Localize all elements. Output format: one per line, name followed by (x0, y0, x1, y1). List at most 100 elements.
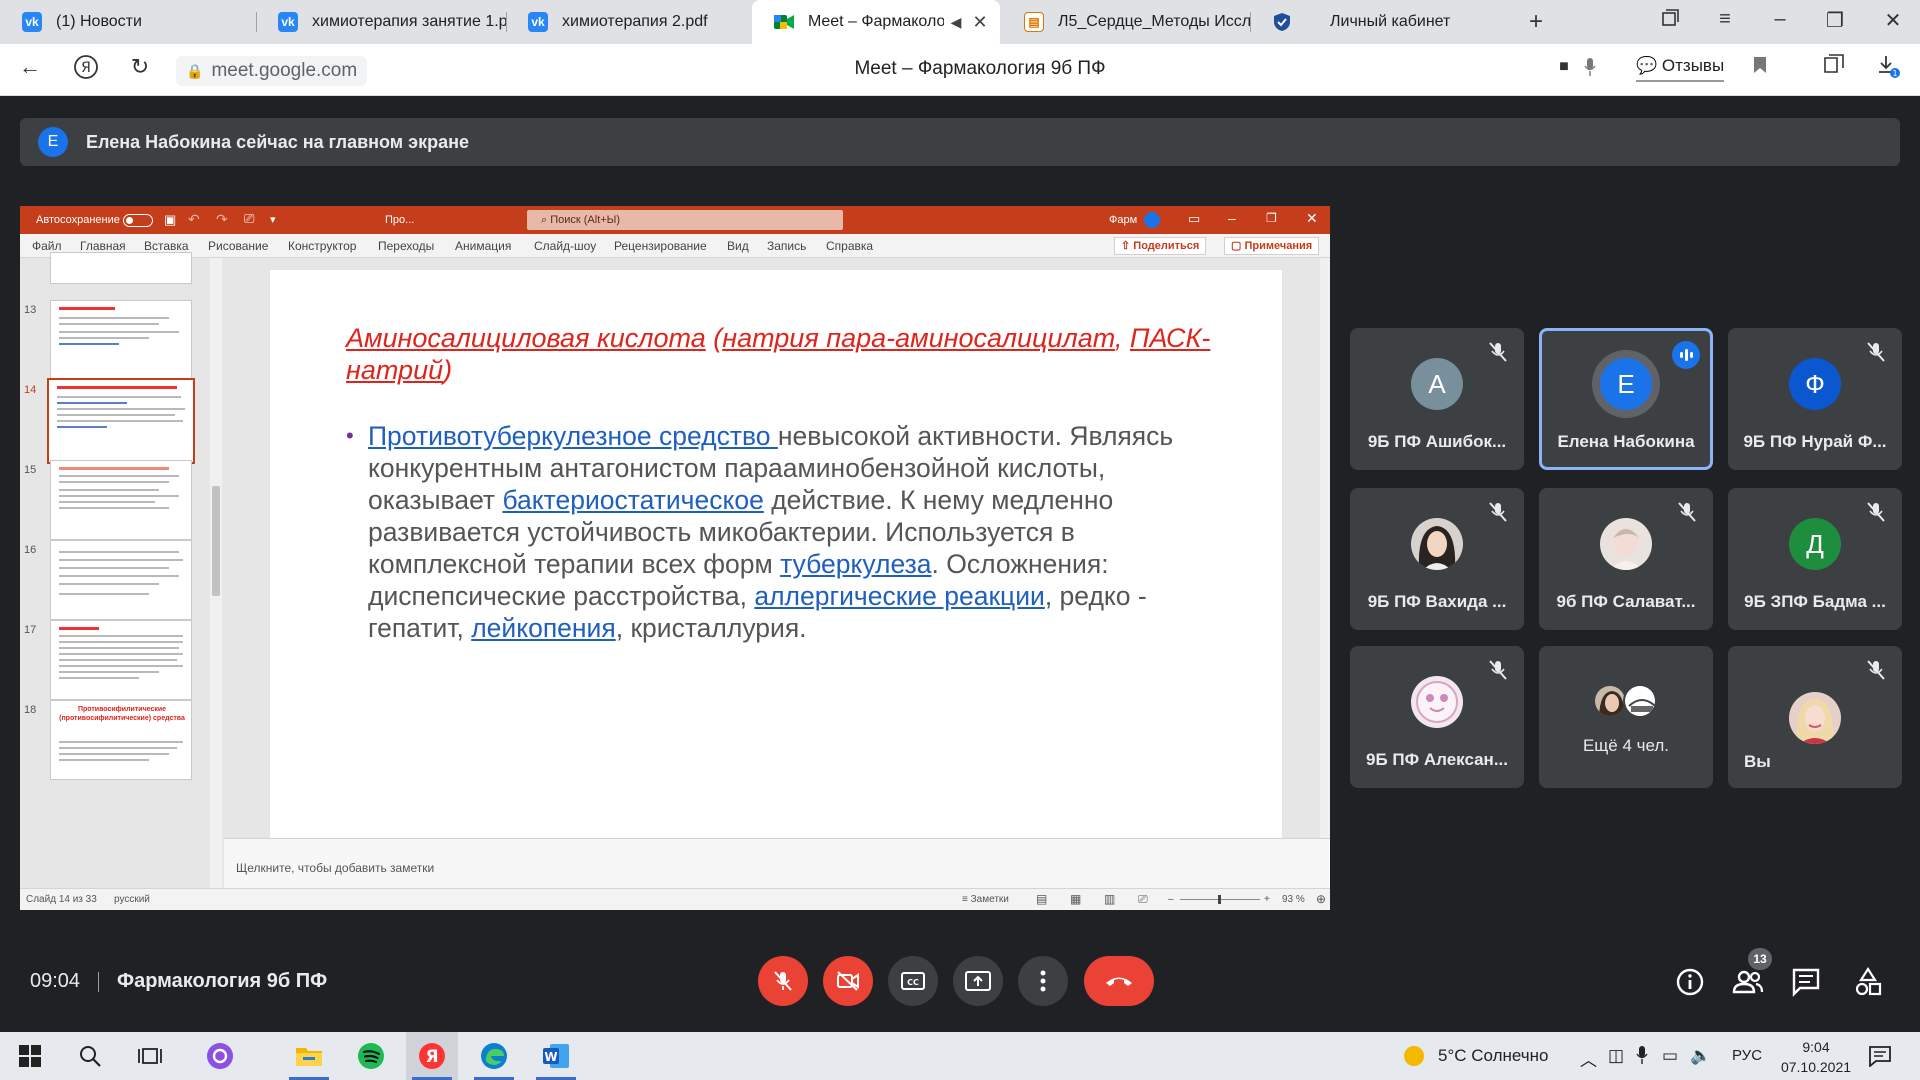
yandex-browser-icon[interactable]: Я (416, 1040, 448, 1072)
notes-pane[interactable]: Щелкните, чтобы добавить заметки (224, 838, 1330, 888)
minimize-icon[interactable]: – (1765, 8, 1795, 31)
zoom-out-icon[interactable]: – (1168, 894, 1174, 905)
search-icon[interactable] (74, 1040, 106, 1072)
zoom-level[interactable]: 93 % (1282, 894, 1305, 905)
new-tab-icon[interactable]: + (1521, 8, 1551, 36)
share-button[interactable]: ⇧ Поделиться (1114, 237, 1207, 255)
participant-tile[interactable]: 9Б ПФ Алексан... (1350, 646, 1524, 788)
tab-home[interactable]: Главная (80, 239, 126, 253)
restore-icon[interactable]: ❐ (1820, 8, 1850, 33)
slide-link[interactable]: бактериостатическое (502, 485, 763, 515)
zoom-slider[interactable] (1180, 895, 1260, 904)
chevron-down-icon[interactable]: ▾ (270, 213, 276, 226)
tab-design[interactable]: Конструктор (288, 239, 356, 253)
comments-button[interactable]: ▢ Примечания (1224, 237, 1320, 255)
slide-thumbnail-12[interactable] (50, 252, 192, 284)
close-tab-icon[interactable]: ✕ (968, 12, 992, 33)
ribbon-display-icon[interactable]: ▭ (1188, 211, 1200, 227)
activities-icon[interactable] (1852, 966, 1884, 998)
microphone-icon[interactable] (1574, 58, 1606, 81)
tab-review[interactable]: Рецензирование (614, 239, 707, 253)
participant-tile[interactable]: 9Б ПФ Вахида ... (1350, 488, 1524, 630)
current-slide[interactable]: Аминосалициловая кислота (натрия пара-ам… (270, 270, 1282, 838)
participant-tile-speaking[interactable]: Е Елена Набокина (1539, 328, 1713, 470)
save-icon[interactable]: ▣ (164, 212, 176, 228)
participant-tile[interactable]: Д 9Б ЗПФ Бадма ... (1728, 488, 1902, 630)
ppt-search-box[interactable]: ⌕ Поиск (Alt+Ы) (527, 210, 843, 230)
more-options-button[interactable] (1018, 956, 1068, 1006)
normal-view-icon[interactable]: ▤ (1036, 892, 1047, 906)
notifications-icon[interactable] (1864, 1040, 1896, 1072)
participant-tile[interactable]: Ф 9Б ПФ Нурай Ф... (1728, 328, 1902, 470)
browser-tab-2[interactable]: vk химиотерапия занятие 1.p (256, 0, 506, 44)
tabs-list-icon[interactable] (1655, 8, 1685, 34)
downloads-icon[interactable]: 1 (1872, 54, 1904, 84)
menu-icon[interactable]: ≡ (1710, 8, 1740, 31)
slide-thumbnail-18[interactable]: Противосифилитические (противосифилитиче… (50, 700, 192, 780)
feedback-button[interactable]: 💬 Отзывы (1636, 56, 1725, 82)
sorter-view-icon[interactable]: ▦ (1070, 892, 1081, 906)
slide-link[interactable]: Противотуберкулезное средство (368, 421, 778, 451)
mic-toggle-button[interactable] (758, 956, 808, 1006)
document-name[interactable]: Про... (385, 214, 414, 226)
slide-link[interactable]: лейкопения (471, 613, 616, 643)
weather-sun-icon[interactable] (1398, 1040, 1430, 1072)
microphone-icon[interactable] (1636, 1046, 1648, 1069)
tab-transitions[interactable]: Переходы (378, 239, 434, 253)
user-avatar[interactable] (1144, 212, 1160, 228)
browser-tab-1[interactable]: vk (1) Новости (0, 0, 256, 44)
bookmark-icon[interactable] (1744, 54, 1776, 80)
system-clock[interactable]: 9:04 07.10.2021 (1776, 1037, 1856, 1077)
collections-icon[interactable] (1818, 54, 1850, 80)
tab-animation[interactable]: Анимация (455, 239, 511, 253)
slide-link[interactable]: аллергические реакции (754, 581, 1045, 611)
close-window-icon[interactable]: ✕ (1878, 8, 1908, 33)
word-icon[interactable]: W (540, 1040, 572, 1072)
browser-tab-6[interactable]: Личный кабинет (1250, 0, 1498, 44)
file-explorer-icon[interactable] (293, 1040, 325, 1072)
slide-link[interactable]: туберкулеза (780, 549, 931, 579)
spotify-icon[interactable] (355, 1040, 387, 1072)
language-label[interactable]: русский (114, 894, 150, 905)
yandex-icon[interactable]: Я (70, 54, 102, 86)
browser-tab-meet[interactable]: Meet – Фармакологи ◀ ✕ (752, 0, 1000, 44)
minimize-icon[interactable]: – (1228, 210, 1236, 226)
undo-icon[interactable]: ↶ (188, 211, 200, 228)
slide-thumbnail-13[interactable] (50, 300, 192, 380)
slide-thumbnail-17[interactable] (50, 620, 192, 700)
present-icon[interactable]: ⎚ (244, 211, 254, 227)
zoom-in-icon[interactable]: + (1264, 894, 1270, 905)
captions-button[interactable]: CC (888, 956, 938, 1006)
network-icon[interactable]: ▭ (1662, 1046, 1678, 1066)
autosave-toggle[interactable] (123, 214, 153, 227)
slide-thumbnail-16[interactable] (50, 540, 192, 620)
edge-icon[interactable] (478, 1040, 510, 1072)
slideshow-icon[interactable]: ⎚ (1138, 892, 1148, 907)
tab-insert[interactable]: Вставка (144, 239, 189, 253)
redo-icon[interactable]: ↷ (216, 211, 228, 228)
input-language[interactable]: РУС (1732, 1047, 1762, 1064)
reading-view-icon[interactable]: ▥ (1104, 892, 1115, 906)
tab-help[interactable]: Справка (826, 239, 873, 253)
notes-toggle[interactable]: ≡ Заметки (962, 894, 1009, 905)
volume-icon[interactable]: 🔈 (1690, 1046, 1711, 1066)
slide-thumbnail-15[interactable] (50, 460, 192, 540)
browser-tab-5[interactable]: ▤ Л5_Сердце_Методы Иссле (1002, 0, 1250, 44)
slide-scrollbar[interactable] (1320, 258, 1330, 838)
participant-tile-more[interactable]: Ещё 4 чел. (1539, 646, 1713, 788)
tab-file[interactable]: Файл (32, 239, 62, 253)
slide-thumbnail-14[interactable] (47, 378, 195, 464)
restore-icon[interactable]: ❐ (1266, 211, 1277, 225)
tab-draw[interactable]: Рисование (208, 239, 268, 253)
webcam-icon[interactable]: ◫ (1608, 1046, 1624, 1066)
alice-icon[interactable] (204, 1040, 236, 1072)
participant-tile-self[interactable]: Вы (1728, 646, 1902, 788)
info-icon[interactable] (1674, 966, 1706, 998)
tab-view[interactable]: Вид (727, 239, 749, 253)
task-view-icon[interactable] (134, 1040, 166, 1072)
windows-start-icon[interactable] (14, 1040, 46, 1072)
close-icon[interactable]: ✕ (1306, 210, 1318, 227)
people-icon[interactable] (1732, 966, 1764, 998)
reload-icon[interactable]: ↻ (124, 54, 156, 80)
weather-text[interactable]: 5°C Солнечно (1438, 1046, 1549, 1066)
